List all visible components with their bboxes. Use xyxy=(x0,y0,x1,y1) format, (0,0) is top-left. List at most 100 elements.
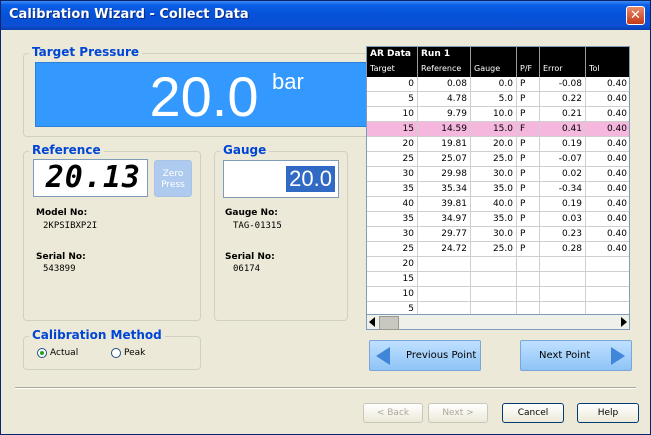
previous-point-button[interactable]: Previous Point xyxy=(369,340,481,371)
grid-cell-error[interactable]: 0.03 xyxy=(540,212,586,227)
gauge-reading-input[interactable]: 20.0 xyxy=(223,160,339,198)
grid-cell-error[interactable]: 0.23 xyxy=(540,227,586,242)
next-button[interactable]: Next > xyxy=(428,403,488,423)
grid-cell-reference[interactable]: 24.72 xyxy=(418,242,471,257)
grid-cell-tol[interactable]: 0.40 xyxy=(586,242,629,257)
grid-cell-reference[interactable]: 9.79 xyxy=(418,107,471,122)
table-row[interactable]: 30 29.98 30.0 P 0.02 0.40 xyxy=(367,167,629,182)
grid-cell-pf[interactable]: P xyxy=(517,137,540,152)
grid-cell-pf[interactable]: P xyxy=(517,227,540,242)
grid-cell-pf[interactable]: P xyxy=(517,242,540,257)
grid-cell-pf[interactable]: P xyxy=(517,152,540,167)
table-row[interactable]: 0 0.08 0.0 P -0.08 0.40 xyxy=(367,77,629,92)
table-row[interactable]: 35 35.34 35.0 P -0.34 0.40 xyxy=(367,182,629,197)
grid-cell-tol[interactable]: 0.40 xyxy=(586,227,629,242)
grid-cell-gauge[interactable]: 35.0 xyxy=(471,212,517,227)
grid-cell-gauge[interactable]: 25.0 xyxy=(471,152,517,167)
scroll-right-icon[interactable] xyxy=(621,317,627,327)
grid-cell-gauge[interactable]: 35.0 xyxy=(471,182,517,197)
grid-cell-gauge[interactable]: 5.0 xyxy=(471,92,517,107)
grid-cell-error[interactable]: 0.19 xyxy=(540,137,586,152)
grid-cell-gauge[interactable] xyxy=(471,287,517,302)
grid-cell-reference[interactable]: 14.59 xyxy=(418,122,471,137)
grid-cell-target[interactable]: 25 xyxy=(367,152,418,167)
grid-cell-gauge[interactable] xyxy=(471,272,517,287)
grid-cell-error[interactable]: 0.02 xyxy=(540,167,586,182)
table-row[interactable]: 10 9.79 10.0 P 0.21 0.40 xyxy=(367,107,629,122)
table-row[interactable]: 35 34.97 35.0 P 0.03 0.40 xyxy=(367,212,629,227)
scroll-left-icon[interactable] xyxy=(369,317,375,327)
grid-cell-tol[interactable] xyxy=(586,272,629,287)
grid-cell-pf[interactable] xyxy=(517,257,540,272)
grid-cell-error[interactable] xyxy=(540,272,586,287)
grid-cell-reference[interactable] xyxy=(418,272,471,287)
scroll-thumb[interactable] xyxy=(379,316,399,330)
grid-cell-error[interactable]: 0.21 xyxy=(540,107,586,122)
help-button[interactable]: Help xyxy=(577,403,639,423)
cancel-button[interactable]: Cancel xyxy=(502,403,564,423)
grid-cell-tol[interactable]: 0.40 xyxy=(586,167,629,182)
grid-cell-pf[interactable]: P xyxy=(517,197,540,212)
grid-cell-target[interactable]: 0 xyxy=(367,77,418,92)
grid-cell-error[interactable]: -0.08 xyxy=(540,77,586,92)
grid-cell-target[interactable]: 30 xyxy=(367,227,418,242)
grid-cell-target[interactable]: 15 xyxy=(367,272,418,287)
grid-cell-tol[interactable] xyxy=(586,287,629,302)
grid-cell-pf[interactable]: P xyxy=(517,92,540,107)
grid-cell-gauge[interactable]: 10.0 xyxy=(471,107,517,122)
grid-cell-tol[interactable]: 0.40 xyxy=(586,137,629,152)
table-row[interactable]: 40 39.81 40.0 P 0.19 0.40 xyxy=(367,197,629,212)
table-row[interactable]: 20 19.81 20.0 P 0.19 0.40 xyxy=(367,137,629,152)
grid-cell-reference[interactable]: 35.34 xyxy=(418,182,471,197)
grid-cell-target[interactable]: 20 xyxy=(367,257,418,272)
close-icon[interactable]: ✕ xyxy=(626,6,645,25)
grid-cell-error[interactable]: 0.22 xyxy=(540,92,586,107)
table-row[interactable]: 10 xyxy=(367,287,629,302)
grid-cell-reference[interactable]: 34.97 xyxy=(418,212,471,227)
table-row[interactable]: 15 14.59 15.0 F 0.41 0.40 xyxy=(367,122,629,137)
grid-cell-tol[interactable]: 0.40 xyxy=(586,212,629,227)
grid-cell-target[interactable]: 30 xyxy=(367,167,418,182)
grid-cell-error[interactable] xyxy=(540,287,586,302)
grid-cell-gauge[interactable]: 30.0 xyxy=(471,167,517,182)
grid-cell-reference[interactable] xyxy=(418,287,471,302)
zero-press-button[interactable]: Zero Press xyxy=(154,160,192,197)
grid-cell-target[interactable]: 35 xyxy=(367,182,418,197)
grid-cell-reference[interactable] xyxy=(418,257,471,272)
grid-cell-pf[interactable]: P xyxy=(517,182,540,197)
grid-cell-target[interactable]: 40 xyxy=(367,197,418,212)
grid-cell-error[interactable]: 0.28 xyxy=(540,242,586,257)
grid-cell-pf[interactable]: F xyxy=(517,122,540,137)
grid-cell-pf[interactable]: P xyxy=(517,167,540,182)
grid-cell-tol[interactable]: 0.40 xyxy=(586,107,629,122)
grid-cell-tol[interactable]: 0.40 xyxy=(586,77,629,92)
grid-cell-reference[interactable]: 4.78 xyxy=(418,92,471,107)
grid-cell-tol[interactable]: 0.40 xyxy=(586,152,629,167)
grid-cell-reference[interactable]: 29.98 xyxy=(418,167,471,182)
grid-cell-tol[interactable]: 0.40 xyxy=(586,122,629,137)
grid-cell-target[interactable]: 15 xyxy=(367,122,418,137)
back-button[interactable]: < Back xyxy=(363,403,423,423)
table-row[interactable]: 25 24.72 25.0 P 0.28 0.40 xyxy=(367,242,629,257)
grid-cell-pf[interactable] xyxy=(517,272,540,287)
grid-cell-reference[interactable]: 39.81 xyxy=(418,197,471,212)
grid-cell-error[interactable]: 0.41 xyxy=(540,122,586,137)
grid-cell-gauge[interactable]: 15.0 xyxy=(471,122,517,137)
grid-cell-target[interactable]: 5 xyxy=(367,92,418,107)
grid-cell-target[interactable]: 10 xyxy=(367,107,418,122)
grid-cell-target[interactable]: 10 xyxy=(367,287,418,302)
grid-cell-target[interactable]: 25 xyxy=(367,242,418,257)
grid-cell-error[interactable]: -0.07 xyxy=(540,152,586,167)
next-point-button[interactable]: Next Point xyxy=(520,340,632,371)
grid-cell-pf[interactable]: P xyxy=(517,77,540,92)
grid-cell-gauge[interactable]: 40.0 xyxy=(471,197,517,212)
grid-cell-error[interactable] xyxy=(540,257,586,272)
data-grid[interactable]: AR Data Target Run 1 Reference Gauge P/F Error… xyxy=(366,46,630,330)
grid-cell-gauge[interactable]: 20.0 xyxy=(471,137,517,152)
grid-cell-gauge[interactable]: 25.0 xyxy=(471,242,517,257)
grid-cell-reference[interactable]: 29.77 xyxy=(418,227,471,242)
grid-cell-gauge[interactable] xyxy=(471,257,517,272)
table-row[interactable]: 20 xyxy=(367,257,629,272)
horizontal-scrollbar[interactable] xyxy=(366,314,630,330)
grid-cell-pf[interactable]: P xyxy=(517,107,540,122)
